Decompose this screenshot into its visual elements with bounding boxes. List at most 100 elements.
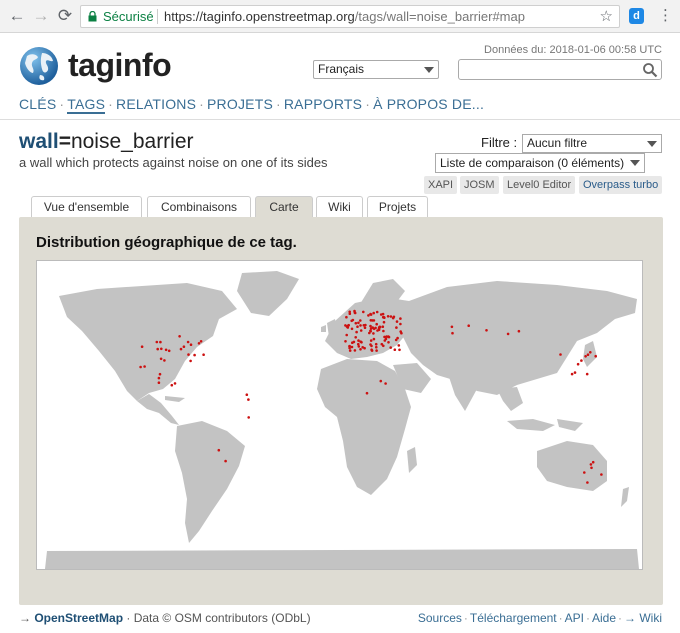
url-path: /tags/wall=noise_barrier#map [354,9,525,24]
map-marker [357,342,360,346]
map-marker [245,393,249,396]
language-value: Français [318,62,365,76]
chevron-down-icon [424,67,434,73]
map-marker [591,460,595,464]
menu-separator: · [59,96,65,112]
map-marker [369,329,372,333]
map-marker [348,312,352,315]
map-marker [399,317,402,320]
map-marker [345,315,348,319]
map-marker [351,341,354,344]
menu-item-tags[interactable]: TAGS [67,96,106,114]
bookmark-star-icon[interactable]: ☆ [600,6,613,27]
menu-item-a-propos[interactable]: À PROPOS DE... [373,96,484,112]
map-marker [359,329,363,332]
comparison-list-select[interactable]: Liste de comparaison (0 éléments) [435,153,645,173]
map-marker [382,320,386,324]
search-input[interactable] [458,59,662,80]
map-marker [399,322,402,326]
map-marker [375,349,378,352]
tab-projects[interactable]: Projets [367,196,428,218]
menu-item-projets[interactable]: PROJETS [207,96,273,112]
tag-key-link[interactable]: wall [19,130,59,153]
map-marker [247,398,250,401]
map-marker [217,448,221,452]
map-marker [506,332,510,336]
map-marker [163,359,166,362]
browser-toolbar: ← → ⟳ Sécurisé https://taginfo.openstree… [0,0,680,33]
map-marker [189,343,193,346]
map-marker [584,355,587,358]
menu-item-rapports[interactable]: RAPPORTS [284,96,362,112]
forward-arrow-icon[interactable]: → [31,6,51,26]
distribution-map[interactable] [36,260,643,570]
footer-link-help[interactable]: Aide [592,611,616,625]
map-marker [362,310,365,314]
map-marker [381,325,385,328]
menu-item-cles[interactable]: CLÉS [19,96,56,112]
language-select[interactable]: Français [313,60,439,79]
main-menu: CLÉS · TAGS · RELATIONS · PROJETS · RAPPORTS · À P… [19,96,484,114]
tab-combinations[interactable]: Combinaisons [147,196,251,218]
josm-button[interactable]: JOSM [460,176,499,194]
menu-item-relations[interactable]: RELATIONS [116,96,196,112]
map-marker [359,319,362,322]
map-marker [179,347,183,351]
map-marker [372,311,376,315]
browser-menu-icon[interactable]: ⋮ [658,6,673,24]
reload-icon[interactable]: ⟳ [55,6,75,26]
data-date: Données du: 2018-01-06 00:58 UTC [484,44,662,56]
map-marker [585,372,589,376]
footer-link-wiki[interactable]: → Wiki [624,611,662,625]
map-marker [348,344,351,348]
footer-links: Sources · Téléchargement · API · Aide · → Wiki [418,611,662,625]
map-marker [375,322,379,326]
map-marker [451,331,454,335]
footer-separator: · [585,611,590,625]
map-marker [594,354,597,358]
url-text[interactable]: https://taginfo.openstreetmap.org/tags/w… [164,6,525,27]
xapi-button[interactable]: XAPI [424,176,458,194]
footer-link-sources[interactable]: Sources [418,611,462,625]
map-marker [345,333,349,337]
map-marker [586,353,590,356]
menu-separator: · [275,96,281,112]
footer-link-api[interactable]: API [565,611,584,625]
extension-icon[interactable]: d [629,8,644,24]
map-marker [197,342,201,345]
search-icon[interactable] [642,62,658,78]
footer-arrow: → [19,611,31,625]
map-marker [517,329,521,333]
back-arrow-icon[interactable]: ← [7,6,27,26]
panel-title: Distribution géographique de ce tag. [36,234,297,251]
map-marker [385,335,388,338]
footer-link-download[interactable]: Téléchargement [470,611,557,625]
tab-wiki[interactable]: Wiki [316,196,363,218]
menu-divider [0,119,680,120]
map-marker [450,325,454,329]
map-marker [559,353,562,356]
map-marker [189,359,192,363]
site-logo[interactable]: taginfo [68,47,172,84]
map-marker [370,344,373,348]
map-marker [186,340,190,344]
tab-overview[interactable]: Vue d'ensemble [31,196,142,218]
map-marker [361,346,365,349]
map-marker [379,313,383,316]
map-marker [389,346,393,349]
overpass-turbo-button[interactable]: Overpass turbo [579,176,663,194]
filter-select[interactable]: Aucun filtre [522,134,662,153]
openstreetmap-link[interactable]: OpenStreetMap [34,611,123,625]
map-marker [380,342,384,346]
menu-separator: · [199,96,205,112]
level0-editor-button[interactable]: Level0 Editor [503,176,576,194]
globe-logo-icon[interactable] [19,46,59,86]
map-marker [368,331,371,335]
map-marker [397,344,401,347]
map-marker [167,349,171,353]
address-bar[interactable]: Sécurisé https://taginfo.openstreetmap.o… [80,5,620,28]
menu-separator: · [108,96,114,112]
map-marker [362,324,366,327]
tag-value: noise_barrier [70,130,194,153]
tab-map[interactable]: Carte [255,196,313,218]
